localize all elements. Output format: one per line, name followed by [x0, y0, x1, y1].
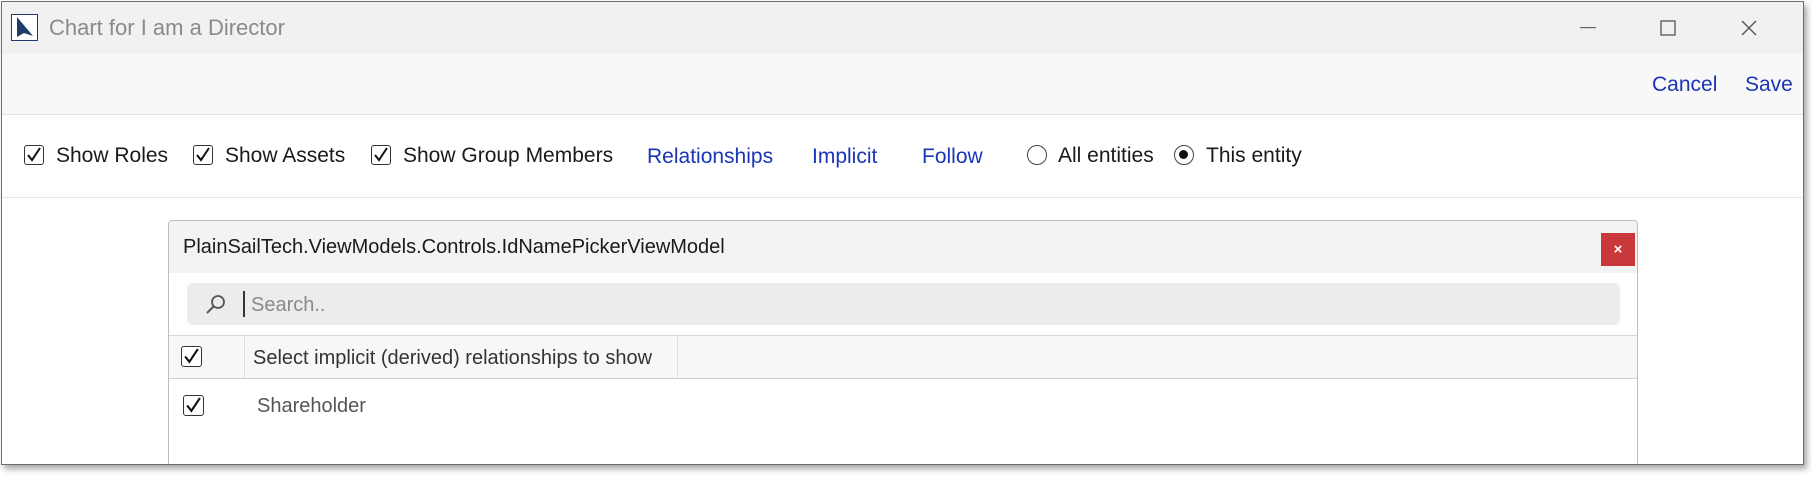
column-divider: [677, 336, 678, 378]
title-bar: Chart for I am a Director: [2, 2, 1803, 54]
text-caret: [243, 291, 245, 317]
relationship-picker-panel: PlainSailTech.ViewModels.Controls.IdName…: [168, 220, 1638, 464]
show-roles-label[interactable]: Show Roles: [56, 144, 168, 168]
picker-header: PlainSailTech.ViewModels.Controls.IdName…: [169, 221, 1637, 273]
all-entities-radio[interactable]: [1027, 145, 1047, 165]
picker-title: PlainSailTech.ViewModels.Controls.IdName…: [183, 236, 725, 258]
follow-link[interactable]: Follow: [922, 145, 983, 169]
minimize-button[interactable]: [1548, 2, 1628, 54]
checkmark-icon: [374, 147, 388, 162]
this-entity-radio[interactable]: [1174, 145, 1194, 165]
row-checkbox[interactable]: [183, 395, 204, 416]
app-logo-icon: [11, 14, 38, 41]
grid-header: Select implicit (derived) relationships …: [169, 335, 1637, 379]
close-window-button[interactable]: [1709, 2, 1789, 54]
row-label: Shareholder: [257, 395, 366, 417]
save-button[interactable]: Save: [1745, 73, 1793, 97]
action-bar: Cancel Save: [2, 54, 1803, 115]
cancel-button[interactable]: Cancel: [1652, 73, 1717, 97]
search-input[interactable]: [249, 289, 1593, 321]
checkmark-icon: [27, 147, 41, 162]
picker-close-button[interactable]: ×: [1601, 233, 1635, 266]
checkmark-icon: [186, 397, 201, 413]
window-title: Chart for I am a Director: [49, 15, 285, 40]
column-header-label: Select implicit (derived) relationships …: [253, 347, 653, 369]
select-all-checkbox[interactable]: [181, 346, 202, 367]
checkmark-icon: [184, 348, 199, 364]
checkmark-icon: [196, 147, 210, 162]
show-group-members-checkbox[interactable]: [371, 145, 391, 165]
this-entity-label[interactable]: This entity: [1206, 144, 1302, 168]
options-toolbar: Show Roles Show Assets Show Group Member…: [2, 115, 1803, 198]
maximize-button[interactable]: [1628, 2, 1708, 54]
column-divider: [244, 336, 245, 378]
search-icon: [205, 294, 227, 321]
search-box[interactable]: [187, 283, 1620, 325]
show-roles-checkbox[interactable]: [24, 145, 44, 165]
relationships-link[interactable]: Relationships: [647, 145, 773, 169]
show-group-members-label[interactable]: Show Group Members: [403, 144, 613, 168]
implicit-link[interactable]: Implicit: [812, 145, 877, 169]
dialog-window: Chart for I am a Director Cancel Save Sh…: [1, 1, 1804, 465]
all-entities-label[interactable]: All entities: [1058, 144, 1154, 168]
show-assets-label[interactable]: Show Assets: [225, 144, 345, 168]
show-assets-checkbox[interactable]: [193, 145, 213, 165]
